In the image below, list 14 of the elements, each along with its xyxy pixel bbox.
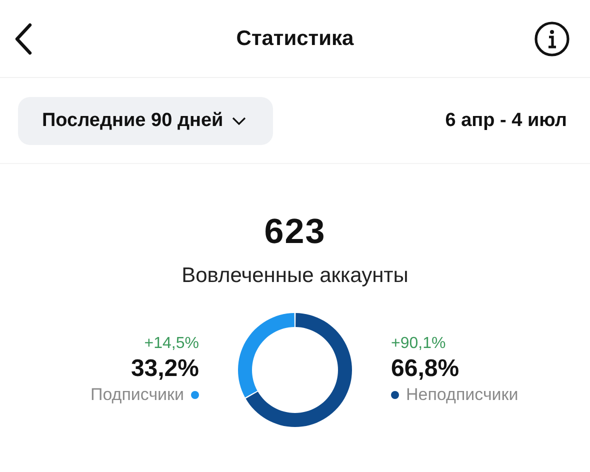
legend-label: Неподписчики xyxy=(406,385,518,405)
engaged-label: Вовлеченные аккаунты xyxy=(182,264,408,288)
info-icon xyxy=(534,20,570,56)
period-dropdown[interactable]: Последние 90 дней xyxy=(18,96,274,144)
date-range: 6 апр - 4 июл xyxy=(445,110,567,132)
change-value: +14,5% xyxy=(144,335,199,353)
change-value: +90,1% xyxy=(391,335,446,353)
info-button[interactable] xyxy=(534,20,570,56)
chevron-down-icon xyxy=(231,116,248,126)
legend-label: Подписчики xyxy=(90,385,184,405)
share-value: 33,2% xyxy=(130,355,199,383)
screen-title: Статистика xyxy=(236,26,354,50)
share-value: 66,8% xyxy=(391,355,460,383)
engaged-count: 623 xyxy=(264,212,326,252)
